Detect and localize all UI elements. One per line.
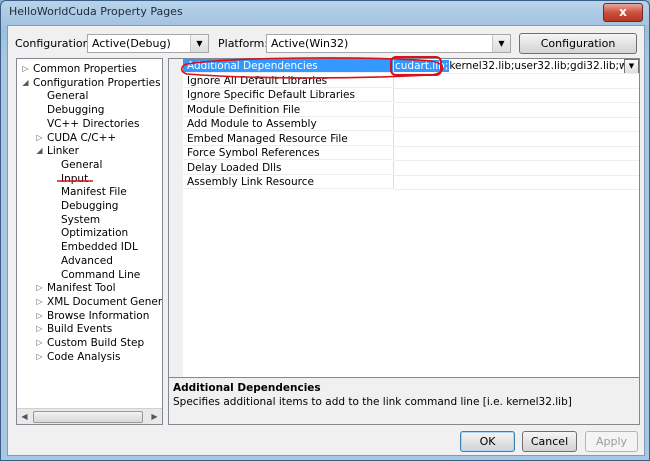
- property-tree[interactable]: ◀ ▶ ▷ Common Properties ◢ Configuration Pro…: [16, 58, 163, 425]
- tree-item[interactable]: Debugging: [47, 103, 104, 117]
- expander-icon[interactable]: ▷: [35, 336, 44, 350]
- tree-item[interactable]: General: [47, 89, 88, 103]
- property-value[interactable]: [394, 117, 639, 132]
- property-name: Delay Loaded Dlls: [183, 160, 394, 175]
- property-value[interactable]: [394, 161, 639, 176]
- tree-item[interactable]: System: [61, 213, 100, 227]
- expander-icon[interactable]: ▷: [21, 62, 30, 76]
- cancel-button[interactable]: Cancel: [522, 431, 577, 452]
- tree-item[interactable]: Manifest File: [61, 185, 127, 199]
- expander-icon[interactable]: ▷: [35, 295, 44, 309]
- configuration-label: Configuration:: [15, 37, 94, 50]
- tree-item[interactable]: Command Line: [61, 268, 140, 282]
- property-row[interactable]: Module Definition File: [183, 102, 639, 118]
- property-name: Ignore Specific Default Libraries: [183, 88, 394, 102]
- expander-icon[interactable]: ▷: [35, 131, 44, 145]
- property-row[interactable]: Embed Managed Resource File: [183, 131, 639, 147]
- tree-item[interactable]: General: [61, 158, 102, 172]
- tree-horizontal-scrollbar[interactable]: ◀ ▶: [17, 408, 162, 424]
- expander-icon[interactable]: ◢: [21, 76, 30, 90]
- apply-button[interactable]: Apply: [585, 431, 638, 452]
- configuration-select[interactable]: Active(Debug) ▼: [87, 34, 209, 53]
- chevron-down-icon: ▼: [190, 35, 208, 52]
- property-row[interactable]: Assembly Link Resource: [183, 175, 639, 190]
- tree-item[interactable]: Embedded IDL: [61, 240, 138, 254]
- configuration-manager-button[interactable]: Configuration Manager...: [519, 33, 637, 69]
- property-row[interactable]: Additional Dependencies cudart.lib;kernel…: [183, 59, 639, 74]
- property-value[interactable]: [394, 103, 639, 118]
- property-value[interactable]: [394, 132, 639, 147]
- property-value[interactable]: [394, 88, 639, 103]
- expander-icon[interactable]: ◢: [35, 144, 44, 158]
- property-value[interactable]: [394, 74, 639, 89]
- tree-item[interactable]: CUDA C/C++: [47, 131, 116, 145]
- property-row[interactable]: Delay Loaded Dlls: [183, 160, 639, 176]
- tree-item[interactable]: Code Analysis: [47, 350, 120, 364]
- expander-icon[interactable]: ▷: [35, 322, 44, 336]
- property-row[interactable]: Add Module to Assembly: [183, 117, 639, 132]
- tree-item[interactable]: Configuration Properties: [33, 76, 161, 90]
- property-value[interactable]: [394, 175, 639, 190]
- tree-item[interactable]: Linker: [47, 144, 79, 158]
- property-name: Add Module to Assembly: [183, 117, 394, 131]
- tree-item[interactable]: Common Properties: [33, 62, 137, 76]
- property-name: Module Definition File: [183, 102, 394, 117]
- ok-button[interactable]: OK: [460, 431, 515, 452]
- value-dropdown-icon[interactable]: ▼: [624, 59, 639, 73]
- property-row[interactable]: Force Symbol References: [183, 146, 639, 161]
- property-name: Additional Dependencies: [183, 59, 394, 73]
- tree-item[interactable]: XML Document Generator: [47, 295, 162, 309]
- scroll-left-icon[interactable]: ◀: [18, 410, 31, 423]
- property-name: Assembly Link Resource: [183, 175, 394, 189]
- tree-item[interactable]: Browse Information: [47, 309, 149, 323]
- property-row[interactable]: Ignore Specific Default Libraries: [183, 88, 639, 103]
- property-pages-window: HelloWorldCuda Property Pages x Configur…: [0, 0, 650, 461]
- scroll-right-icon[interactable]: ▶: [148, 410, 161, 423]
- tree-item[interactable]: Build Events: [47, 322, 112, 336]
- property-name: Force Symbol References: [183, 146, 394, 160]
- grid-gutter: [169, 59, 183, 404]
- description-panel: Additional Dependencies Specifies additi…: [168, 377, 640, 425]
- title-bar[interactable]: HelloWorldCuda Property Pages x: [1, 1, 649, 25]
- close-button[interactable]: x: [603, 3, 643, 22]
- tree-item[interactable]: VC++ Directories: [47, 117, 139, 131]
- tree-item[interactable]: Optimization: [61, 226, 128, 240]
- expander-icon[interactable]: ▷: [35, 309, 44, 323]
- platform-select[interactable]: Active(Win32) ▼: [266, 34, 511, 53]
- tree-item[interactable]: Advanced: [61, 254, 113, 268]
- tree-item[interactable]: Debugging: [61, 199, 118, 213]
- description-title: Additional Dependencies: [173, 382, 321, 394]
- tree-item[interactable]: Custom Build Step: [47, 336, 144, 350]
- value-text: kernel32.lib;user32.lib;gdi32.lib;winspo…: [449, 60, 639, 72]
- dialog-body: Configuration: Active(Debug) ▼ Platform:…: [7, 25, 645, 456]
- property-grid[interactable]: Additional Dependencies cudart.lib;kernel…: [168, 58, 640, 405]
- value-highlighted-text: cudart.lib;: [394, 60, 450, 72]
- tree-item[interactable]: Manifest Tool: [47, 281, 116, 295]
- window-title: HelloWorldCuda Property Pages: [9, 5, 183, 18]
- platform-value: Active(Win32): [271, 37, 349, 50]
- property-name: Ignore All Default Libraries: [183, 73, 394, 88]
- expander-icon[interactable]: ▷: [35, 281, 44, 295]
- property-value[interactable]: [394, 146, 639, 161]
- property-name: Embed Managed Resource File: [183, 131, 394, 146]
- property-value[interactable]: cudart.lib;kernel32.lib;user32.lib;gdi32…: [394, 59, 639, 74]
- configuration-value: Active(Debug): [92, 37, 171, 50]
- tree-item-input[interactable]: Input: [61, 172, 88, 186]
- property-row[interactable]: Ignore All Default Libraries: [183, 73, 639, 89]
- description-text: Specifies additional items to add to the…: [173, 396, 572, 408]
- scrollbar-thumb[interactable]: [33, 411, 143, 423]
- platform-label: Platform:: [218, 37, 269, 50]
- expander-icon[interactable]: ▷: [35, 350, 44, 364]
- chevron-down-icon: ▼: [492, 35, 510, 52]
